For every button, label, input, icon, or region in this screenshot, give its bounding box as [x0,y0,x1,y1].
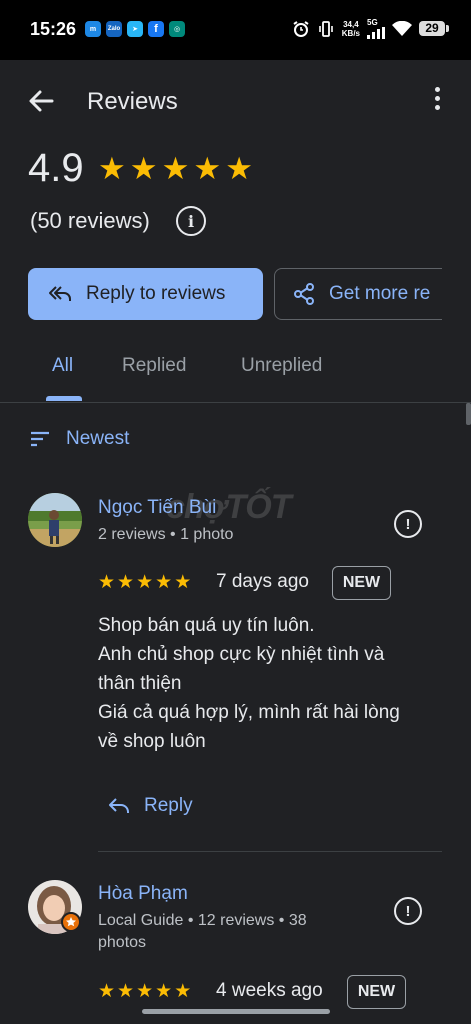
scroll-fade [442,262,471,326]
rating-stars: ★ ★ ★ ★ ★ [98,152,253,186]
reviewer-name[interactable]: Hòa Phạm [98,883,188,905]
reply-to-reviews-label: Reply to reviews [86,283,226,304]
reviews-count: (50 reviews) [30,208,150,233]
zalo-icon: Zalo [106,21,122,37]
telegram-icon: ➤ [127,21,143,37]
star-icon: ★ [98,572,116,593]
review-date: 7 days ago [216,571,309,592]
report-icon[interactable]: ! [394,897,422,925]
star-icon: ★ [136,572,154,593]
reviewer-meta: 2 reviews • 1 photo [98,526,234,543]
wifi-icon [392,20,412,36]
star-icon: ★ [155,572,173,593]
tab-bar: All Replied Unreplied [0,340,471,403]
cell-signal: 5G [367,18,385,39]
signal-icon [367,27,385,39]
local-guide-badge-icon [61,912,81,932]
network-type-label: 5G [367,18,378,27]
arrow-back-icon [29,90,54,112]
reply-icon [109,798,129,813]
star-icon: ★ [155,981,173,1002]
more-vert-icon-dot [434,96,440,101]
star-icon: ★ [98,151,126,186]
status-time: 15:26 [30,19,77,39]
star-icon: ★ [174,981,192,1002]
star-icon: ★ [161,151,190,186]
reply-all-icon [49,286,71,301]
app-icon: ◎ [169,21,185,37]
review-text-line: về shop luôn [98,731,206,752]
review-date: 4 weeks ago [216,980,323,1001]
battery-indicator: 29 [419,21,449,36]
back-button[interactable] [24,84,58,118]
review-text: Shop bán quá uy tín luôn. Anh chủ shop c… [98,611,438,756]
info-icon[interactable]: i [176,206,206,236]
reply-button[interactable]: Reply [108,795,193,817]
reviewer-meta: Local Guide • 12 reviews • 38 photos [98,912,307,951]
tab-unreplied[interactable]: Unreplied [241,355,322,377]
star-icon: ★ [193,151,222,186]
facebook-icon: f [148,21,164,37]
status-bar: 15:26 m Zalo ➤ f ◎ 34,4 KB/s 5G 29 [0,0,471,60]
new-badge: NEW [332,566,391,600]
tab-indicator [46,396,82,401]
average-rating: 4.9 [28,146,84,190]
network-speed-value: 34,4 [343,19,359,29]
report-icon[interactable]: ! [394,510,422,538]
star-icon: ★ [174,572,192,593]
network-speed-unit: KB/s [341,28,360,38]
vibrate-icon [318,20,333,37]
star-icon: ★ [117,572,135,593]
more-vert-icon-dot [434,105,440,110]
avatar-photo [28,493,82,547]
review-text-line: thân thiện [98,673,182,694]
tab-replied[interactable]: Replied [122,355,186,377]
get-more-reviews-button[interactable]: Get more re [274,268,454,320]
tab-all[interactable]: All [52,355,73,377]
star-icon: ★ [225,151,253,186]
review-stars: ★ ★ ★ ★ ★ [98,571,191,594]
star-icon: ★ [117,981,135,1002]
more-vert-icon [434,87,440,92]
sort-button[interactable]: Newest [30,428,129,450]
more-options-button[interactable] [431,87,443,117]
review-stars: ★ ★ ★ ★ ★ [98,980,191,1003]
notification-icons: m Zalo ➤ f ◎ [85,21,185,37]
reply-to-reviews-button[interactable]: Reply to reviews [28,268,263,320]
star-icon: ★ [129,151,158,186]
review-text-line: Anh chủ shop cực kỳ nhiệt tình và [98,644,385,665]
scrollbar[interactable] [466,403,471,425]
star-icon: ★ [136,981,154,1002]
divider [98,851,442,852]
share-icon [294,283,314,305]
home-indicator[interactable] [142,1009,330,1014]
sort-label: Newest [66,428,130,449]
messenger-icon: m [85,21,101,37]
review-text-line: Giá cả quá hợp lý, mình rất hài lòng [98,702,400,723]
get-more-reviews-label: Get more re [329,283,431,304]
review-text-line: Shop bán quá uy tín luôn. [98,615,315,636]
page-title: Reviews [87,88,178,115]
app-bar: Reviews [0,60,471,142]
reply-label: Reply [144,795,193,816]
sort-icon [31,431,49,447]
avatar[interactable] [28,493,82,547]
new-badge: NEW [347,975,406,1009]
network-speed: 34,4 KB/s [342,20,360,38]
reviewer-name[interactable]: Ngọc Tiến Bùi [98,497,216,519]
alarm-icon [293,20,309,37]
star-icon: ★ [98,981,116,1002]
